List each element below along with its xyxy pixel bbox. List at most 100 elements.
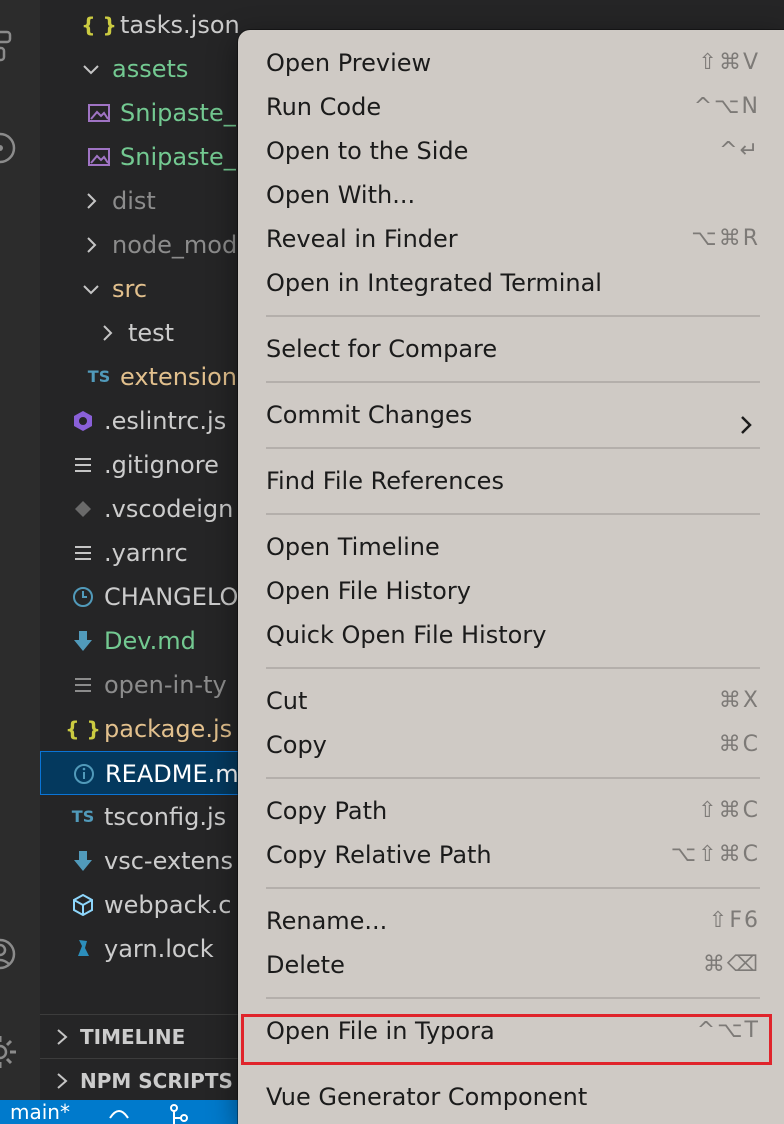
menu-separator [266,381,760,383]
tree-item-label: CHANGELO [104,583,239,611]
activity-bar [0,0,40,1100]
menu-item-cut[interactable]: Cut ⌘X [266,679,760,723]
menu-item-label: Delete [266,951,345,979]
menu-item-shortcut: ⌥⌘R [691,226,760,251]
tree-item-label: yarn.lock [104,935,214,963]
timeline-section-label: TIMELINE [80,1025,186,1049]
npm-scripts-section-label: NPM SCRIPTS [80,1069,233,1093]
cube-icon [68,883,98,927]
menu-item-shortcut: ⌘⌫ [702,952,760,977]
menu-item-quick-open-file-history[interactable]: Quick Open File History [266,613,760,657]
json-braces-icon: { } [65,717,101,741]
menu-item-label: Reveal in Finder [266,225,458,253]
chevron-right-icon [57,1073,68,1089]
window-icon[interactable] [0,28,28,64]
menu-item-label: Cut [266,687,308,715]
tree-item-label: node_mod [112,231,238,259]
menu-item-shortcut: ^↵ [719,138,760,163]
image-icon [84,135,114,179]
menu-separator [266,315,760,317]
tree-item-label: Snipaste_ [120,99,236,127]
tree-item-label: Snipaste_ [120,143,236,171]
chevron-right-icon [57,1029,68,1045]
download-arrow-icon [68,839,98,883]
menu-item-run-code[interactable]: Run Code ^⌥N [266,85,760,129]
menu-item-open-to-the-side[interactable]: Open to the Side ^↵ [266,129,760,173]
context-menu: Open Preview ⇧⌘V Run Code ^⌥N Open to the Si… [238,30,784,1124]
typescript-icon: TS [87,367,111,386]
menu-item-open-file-history[interactable]: Open File History [266,569,760,613]
tree-item-label: open-in-ty [104,671,227,699]
typescript-icon: TS [71,807,95,826]
tree-item-label: assets [112,55,189,83]
tree-item-label: tsconfig.js [104,803,227,831]
tree-item-label: Dev.md [104,627,196,655]
menu-separator [266,887,760,889]
menu-item-delete[interactable]: Delete ⌘⌫ [266,943,760,987]
chevron-down-icon [76,47,106,91]
info-icon [69,752,99,796]
source-control-icon[interactable] [166,1102,192,1124]
menu-item-label: Commit Changes [266,401,473,429]
tree-item-label: tasks.json [120,11,240,39]
menu-item-open-preview[interactable]: Open Preview ⇧⌘V [266,41,760,85]
menu-item-shortcut: ⇧⌘V [698,50,760,75]
image-icon [84,91,114,135]
menu-item-copy[interactable]: Copy ⌘C [266,723,760,767]
tree-item-label: README.m [105,760,239,788]
json-braces-icon: { } [81,13,117,37]
yarn-cat-icon [68,927,98,971]
tree-item-label: dist [112,187,156,215]
tree-item-label: src [112,275,148,303]
chevron-right-icon [738,405,754,449]
menu-item-label: Open in Integrated Terminal [266,269,602,297]
menu-item-label: Select for Compare [266,335,498,363]
menu-item-label: Copy [266,731,327,759]
tree-item-label: package.js [104,715,233,743]
tree-item-label: vsc-extens [104,847,233,875]
chevron-right-icon [76,223,106,267]
tree-item-label: .gitignore [104,451,219,479]
branch-label[interactable]: main* [10,1100,70,1124]
account-icon[interactable] [0,936,22,972]
menu-item-label: Find File References [266,467,504,495]
menu-item-open-with[interactable]: Open With... [266,173,760,217]
menu-item-shortcut: ⌘C [718,732,760,757]
menu-separator [266,447,760,449]
menu-item-copy-relative-path[interactable]: Copy Relative Path ⌥⇧⌘C [266,833,760,877]
menu-item-vue-generator-component[interactable]: Vue Generator Component [266,1075,760,1119]
menu-item-shortcut: ⇧F6 [708,908,760,933]
menu-item-open-in-integrated-terminal[interactable]: Open in Integrated Terminal [266,261,760,305]
diamond-icon [68,487,98,531]
menu-item-label: Run Code [266,93,382,121]
menu-item-label: Open File History [266,577,471,605]
menu-item-shortcut: ^⌥N [693,94,760,119]
chevron-down-icon [76,267,106,311]
sync-icon[interactable] [106,1102,132,1124]
menu-separator [266,667,760,669]
menu-item-open-timeline[interactable]: Open Timeline [266,525,760,569]
tree-item-label: test [128,319,175,347]
menu-item-label: Open to the Side [266,137,469,165]
gear-icon[interactable] [0,1034,22,1070]
menu-item-label: Copy Relative Path [266,841,492,869]
menu-separator [266,777,760,779]
download-arrow-icon [68,619,98,663]
tree-item-label: webpack.c [104,891,232,919]
menu-item-shortcut: ⇧⌘C [698,798,760,823]
menu-item-copy-path[interactable]: Copy Path ⇧⌘C [266,789,760,833]
menu-item-rename[interactable]: Rename... ⇧F6 [266,899,760,943]
menu-item-commit-changes[interactable]: Commit Changes [266,393,760,437]
tree-item-label: .vscodeign [104,495,234,523]
menu-item-label: Vue Generator Component [266,1083,588,1111]
menu-item-find-file-references[interactable]: Find File References [266,459,760,503]
menu-item-label: Quick Open File History [266,621,547,649]
debug-icon[interactable] [0,130,22,166]
tree-item-label: extension [120,363,237,391]
highlight-box [241,1014,772,1065]
menu-separator [266,513,760,515]
menu-item-label: Open Timeline [266,533,440,561]
menu-item-reveal-in-finder[interactable]: Reveal in Finder ⌥⌘R [266,217,760,261]
menu-item-label: Copy Path [266,797,388,825]
menu-item-select-for-compare[interactable]: Select for Compare [266,327,760,371]
